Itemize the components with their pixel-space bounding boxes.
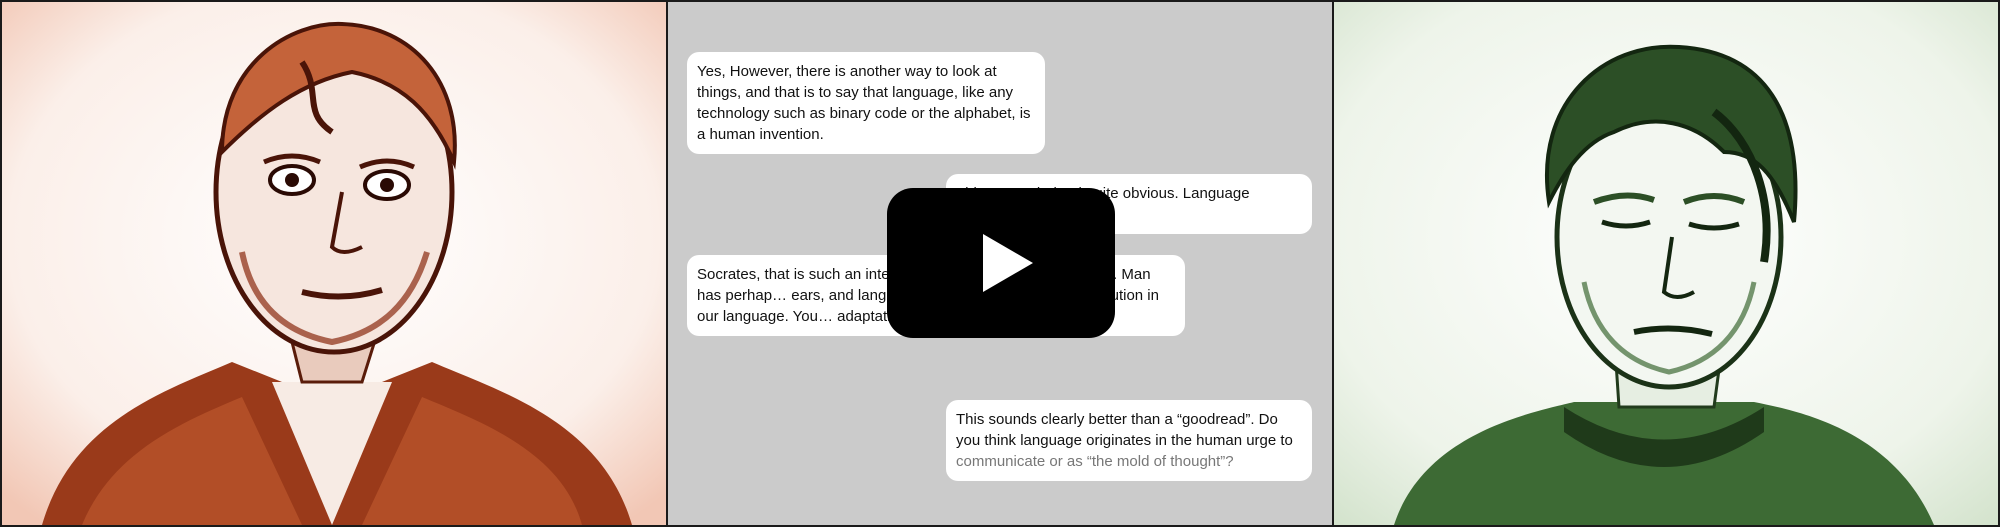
left-portrait-panel [2, 2, 666, 525]
portrait-illustration-red-icon [2, 2, 666, 525]
video-frame[interactable]: Yes, However, there is another way to lo… [0, 0, 2000, 527]
message-text: This sounds clearly better than a “goodr… [956, 411, 1293, 449]
play-icon [983, 234, 1033, 292]
chat-message-right: This sounds clearly better than a “goodr… [946, 400, 1312, 481]
right-portrait-panel [1334, 2, 1998, 525]
play-button[interactable] [887, 188, 1115, 338]
message-text: Yes, However, there is another way to lo… [697, 63, 1031, 143]
message-text-faded: communicate or as “the mold of thought”? [956, 453, 1234, 470]
portrait-illustration-green-icon [1334, 2, 1998, 525]
chat-message-left: Yes, However, there is another way to lo… [687, 52, 1045, 154]
